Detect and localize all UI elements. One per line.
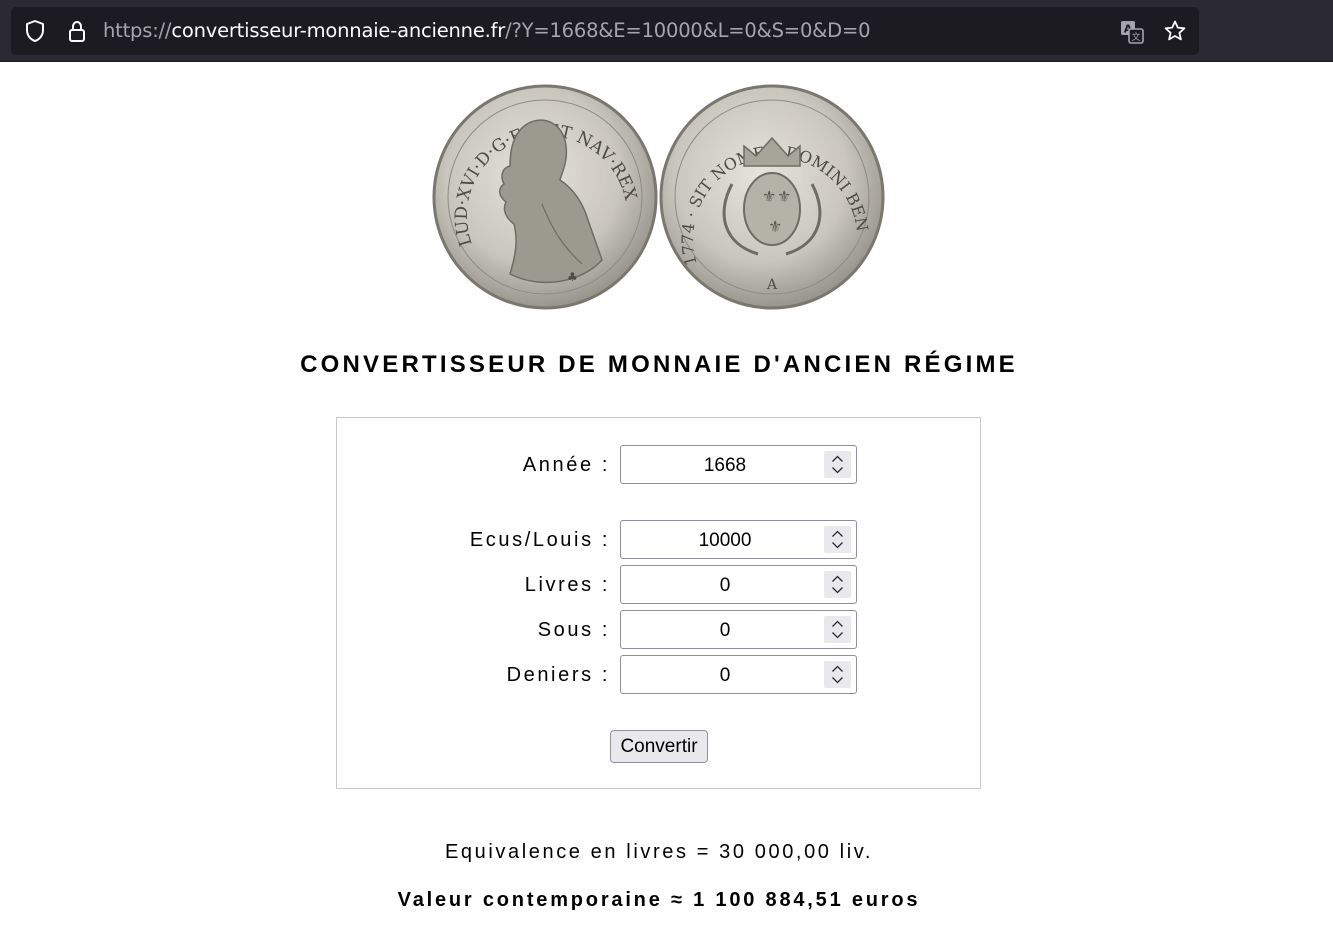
ecus-label: Ecus/Louis : <box>469 529 610 551</box>
svg-text:♣: ♣ <box>567 270 578 284</box>
url-host: convertisseur-monnaie-ancienne.fr <box>171 19 506 42</box>
coin-mint-mark: A <box>766 277 778 293</box>
url-text[interactable]: https://convertisseur-monnaie-ancienne.f… <box>103 19 871 43</box>
convertir-button[interactable]: Convertir <box>610 730 708 763</box>
url-path: /?Y=1668&E=10000&L=0&S=0&D=0 <box>505 19 871 42</box>
coin-obverse: LUD·XVI·D·G·FR· ET NAV·REX ♣ <box>432 84 658 310</box>
shield-icon[interactable] <box>23 19 47 43</box>
spin-chevrons-icon <box>832 665 843 684</box>
sous-input[interactable]: 0 <box>620 610 857 649</box>
form-row-annee: Année : 1668 <box>337 445 982 485</box>
coin-image: LUD·XVI·D·G·FR· ET NAV·REX ♣ 1774 · SIT … <box>424 69 886 312</box>
form-row-sous: Sous : 0 <box>337 610 982 650</box>
url-bar[interactable]: https://convertisseur-monnaie-ancienne.f… <box>11 7 1199 55</box>
annee-spinner[interactable] <box>824 451 851 478</box>
spin-chevrons-icon <box>832 575 843 594</box>
deniers-value: 0 <box>719 665 731 686</box>
deniers-label: Deniers : <box>506 664 610 686</box>
form-row-livres: Livres : 0 <box>337 565 982 605</box>
svg-text:文: 文 <box>1131 31 1140 43</box>
svg-text:⚜: ⚜ <box>777 187 791 206</box>
equivalence-result: Equivalence en livres = 30 000,00 liv. <box>444 841 874 863</box>
annee-value: 1668 <box>703 455 747 476</box>
sous-value: 0 <box>719 620 731 641</box>
ecus-spinner[interactable] <box>824 526 851 553</box>
deniers-spinner[interactable] <box>824 661 851 688</box>
spin-chevrons-icon <box>832 455 843 474</box>
livres-input[interactable]: 0 <box>620 565 857 604</box>
bookmark-star-icon[interactable] <box>1163 19 1187 43</box>
form-row-deniers: Deniers : 0 <box>337 655 982 695</box>
ecus-value: 10000 <box>698 530 752 551</box>
sous-spinner[interactable] <box>824 616 851 643</box>
ecus-input[interactable]: 10000 <box>620 520 857 559</box>
livres-spinner[interactable] <box>824 571 851 598</box>
annee-label: Année : <box>522 454 610 476</box>
url-scheme: https:// <box>103 19 172 42</box>
livres-label: Livres : <box>524 574 610 596</box>
spin-chevrons-icon <box>832 620 843 639</box>
spin-chevrons-icon <box>832 530 843 549</box>
form-row-ecus: Ecus/Louis : 10000 <box>337 520 982 560</box>
annee-input[interactable]: 1668 <box>620 445 857 484</box>
sous-label: Sous : <box>537 619 610 641</box>
page-title: CONVERTISSEUR DE MONNAIE D'ANCIEN RÉGIME <box>300 351 1018 378</box>
svg-text:⚜: ⚜ <box>762 187 776 206</box>
livres-value: 0 <box>719 575 731 596</box>
translate-icon[interactable]: A 文 <box>1119 19 1144 44</box>
lock-icon[interactable] <box>65 19 89 43</box>
modern-value-result: Valeur contemporaine ≈ 1 100 884,51 euro… <box>397 889 921 911</box>
converter-form: Année : 1668 Ecus/Louis : 10000 Livres:… <box>336 417 981 789</box>
svg-text:⚜: ⚜ <box>768 217 782 236</box>
browser-toolbar: https://convertisseur-monnaie-ancienne.f… <box>0 0 1333 62</box>
deniers-input[interactable]: 0 <box>620 655 857 694</box>
